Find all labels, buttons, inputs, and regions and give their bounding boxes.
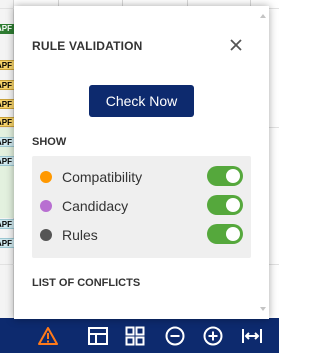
schedule-chip[interactable]: APF — [0, 137, 14, 147]
option-candidacy: Candidacy — [32, 193, 251, 219]
rule-validation-popover: RULE VALIDATION Check Now SHOW Compatibi… — [14, 6, 269, 319]
schedule-chip[interactable]: APF — [0, 99, 14, 109]
option-compatibility: Compatibility — [32, 164, 251, 190]
option-label: Rules — [62, 227, 98, 243]
warning-icon[interactable] — [31, 318, 65, 353]
list-of-conflicts-label: LIST OF CONFLICTS — [32, 277, 141, 289]
zoom-out-icon[interactable] — [158, 318, 192, 353]
compatibility-dot-icon — [40, 171, 52, 183]
toggle-knob — [226, 227, 240, 241]
candidacy-toggle[interactable] — [207, 195, 243, 215]
schedule-chip[interactable]: APF — [0, 24, 14, 34]
rules-toggle[interactable] — [207, 224, 243, 244]
compatibility-toggle[interactable] — [207, 166, 243, 186]
check-now-button[interactable]: Check Now — [89, 85, 194, 117]
option-rules: Rules — [32, 222, 251, 248]
scroll-up-arrow-icon[interactable] — [260, 14, 266, 18]
candidacy-dot-icon — [40, 200, 52, 212]
show-section-label: SHOW — [32, 136, 67, 148]
schedule-chip[interactable]: APF — [0, 156, 14, 166]
layout-icon[interactable] — [81, 318, 115, 353]
rules-dot-icon — [40, 229, 52, 241]
scroll-down-arrow-icon[interactable] — [260, 307, 266, 311]
grid-icon[interactable] — [118, 318, 152, 353]
zoom-in-icon[interactable] — [196, 318, 230, 353]
fit-width-icon[interactable] — [235, 318, 269, 353]
schedule-chip[interactable]: APF — [0, 60, 14, 70]
popover-title: RULE VALIDATION — [32, 39, 143, 53]
show-options-panel: Compatibility Candidacy Rules — [32, 156, 251, 258]
toggle-knob — [226, 169, 240, 183]
schedule-chip[interactable]: APF — [0, 219, 14, 229]
schedule-chip[interactable]: APF — [0, 238, 14, 248]
schedule-chip[interactable]: APF — [0, 80, 14, 90]
toggle-knob — [226, 198, 240, 212]
option-label: Candidacy — [62, 198, 129, 214]
option-label: Compatibility — [62, 169, 143, 185]
close-icon[interactable] — [227, 36, 245, 54]
schedule-chip[interactable]: APF — [0, 117, 14, 127]
